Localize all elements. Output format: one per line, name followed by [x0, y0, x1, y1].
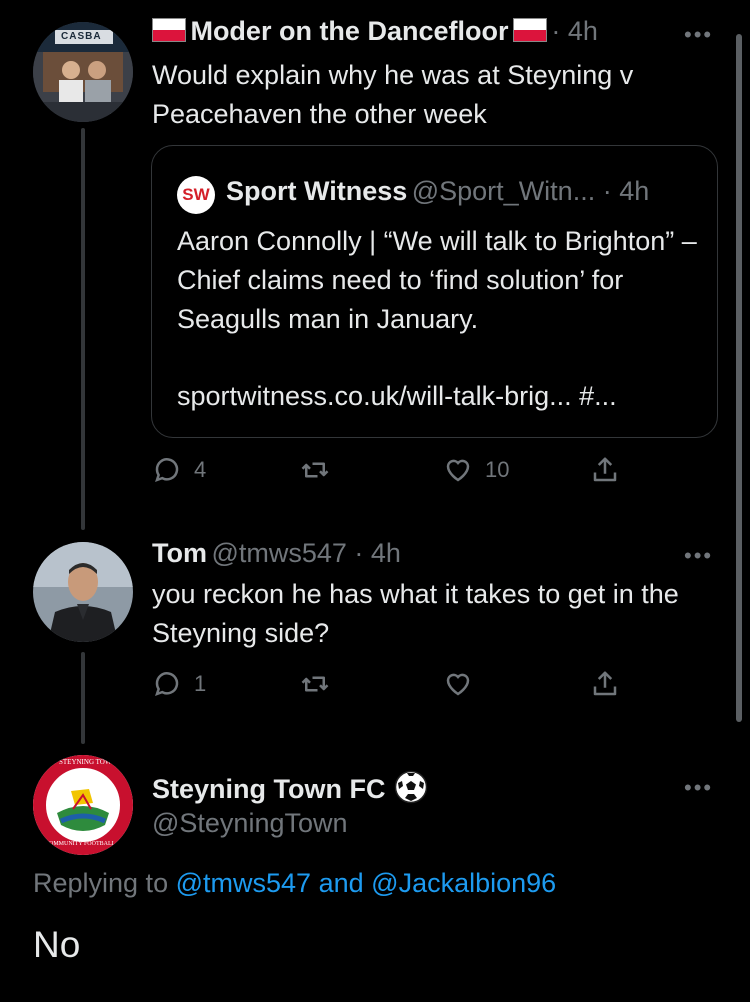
reply-user-link-2[interactable]: @Jackalbion96	[371, 868, 556, 898]
display-name[interactable]: Moder on the Dancefloor	[190, 16, 508, 46]
retweet-icon	[301, 462, 329, 478]
reply-count: 4	[194, 457, 207, 482]
logo-text: SW	[182, 185, 210, 204]
quoted-text: Aaron Connolly | “We will talk to Bright…	[177, 226, 697, 334]
display-name[interactable]: Tom	[152, 538, 207, 568]
more-options-button[interactable]: •••	[684, 22, 713, 48]
timestamp[interactable]: · 4h	[551, 16, 598, 46]
avatar[interactable]: CASBA	[33, 22, 133, 122]
tweet-header: Moder on the Dancefloor · 4h	[152, 16, 598, 47]
quoted-header: Sport Witness @Sport_Witn... · 4h	[226, 176, 649, 207]
club-crest-icon	[33, 755, 133, 855]
tweet-text: you reckon he has what it takes to get i…	[152, 579, 679, 648]
tweet-header: Tom @tmws547 · 4h	[152, 538, 401, 569]
like-button[interactable]	[443, 669, 485, 699]
tweet-text: No	[33, 924, 81, 965]
tweet-text: Would explain why he was at Steyning v P…	[152, 60, 634, 129]
reply-count: 1	[194, 671, 207, 696]
quoted-link: sportwitness.co.uk/will-talk-brig... #..…	[177, 381, 617, 411]
sport-witness-logo: SW	[177, 176, 215, 214]
replying-to-label: Replying to	[33, 868, 169, 898]
like-count: 10	[485, 457, 510, 482]
share-button[interactable]	[590, 669, 620, 699]
handle-time[interactable]: @tmws547 · 4h	[211, 538, 400, 568]
poland-flag-icon	[512, 18, 547, 42]
share-icon	[593, 671, 617, 696]
crest-text-top: STEYNING TOWN	[59, 758, 117, 766]
display-name[interactable]: Steyning Town FC	[152, 774, 385, 804]
quoted-handle-time: @Sport_Witn... · 4h	[411, 176, 650, 206]
heart-icon	[446, 673, 470, 696]
retweet-icon	[301, 676, 329, 692]
handle[interactable]: @SteyningTown	[152, 808, 348, 839]
retweet-button[interactable]	[300, 669, 342, 699]
reply-button[interactable]: 1	[152, 669, 206, 699]
crest-text-bottom: COMMUNITY FOOTBALL CLUB	[45, 841, 133, 847]
heart-icon	[446, 459, 470, 482]
replying-to: Replying to @tmws547 and @Jackalbion96	[33, 868, 556, 899]
more-options-button[interactable]: •••	[684, 775, 713, 801]
scrollbar[interactable]	[736, 34, 742, 722]
avatar-sign-text: CASBA	[61, 31, 102, 42]
retweet-button[interactable]	[300, 455, 342, 485]
more-options-button[interactable]: •••	[684, 543, 713, 569]
tweet-header: Steyning Town FC	[152, 770, 428, 809]
football-icon	[394, 770, 428, 809]
poland-flag-icon	[152, 18, 186, 42]
share-button[interactable]	[590, 455, 620, 485]
avatar[interactable]	[33, 542, 133, 642]
reply-and-text: and	[318, 868, 364, 898]
reply-user-link-1[interactable]: @tmws547	[176, 868, 311, 898]
thread-line-2	[81, 652, 85, 744]
like-button[interactable]: 10	[443, 455, 509, 485]
quoted-tweet[interactable]: SW Sport Witness @Sport_Witn... · 4h Aar…	[151, 145, 718, 438]
reply-button[interactable]: 4	[152, 455, 206, 485]
reply-icon	[155, 672, 179, 697]
quoted-display-name: Sport Witness	[226, 176, 408, 206]
share-icon	[593, 457, 617, 482]
avatar-photo	[33, 542, 133, 642]
thread-line-1	[81, 128, 85, 530]
avatar[interactable]: STEYNING TOWN COMMUNITY FOOTBALL CLUB	[33, 755, 133, 855]
reply-icon	[155, 458, 179, 483]
